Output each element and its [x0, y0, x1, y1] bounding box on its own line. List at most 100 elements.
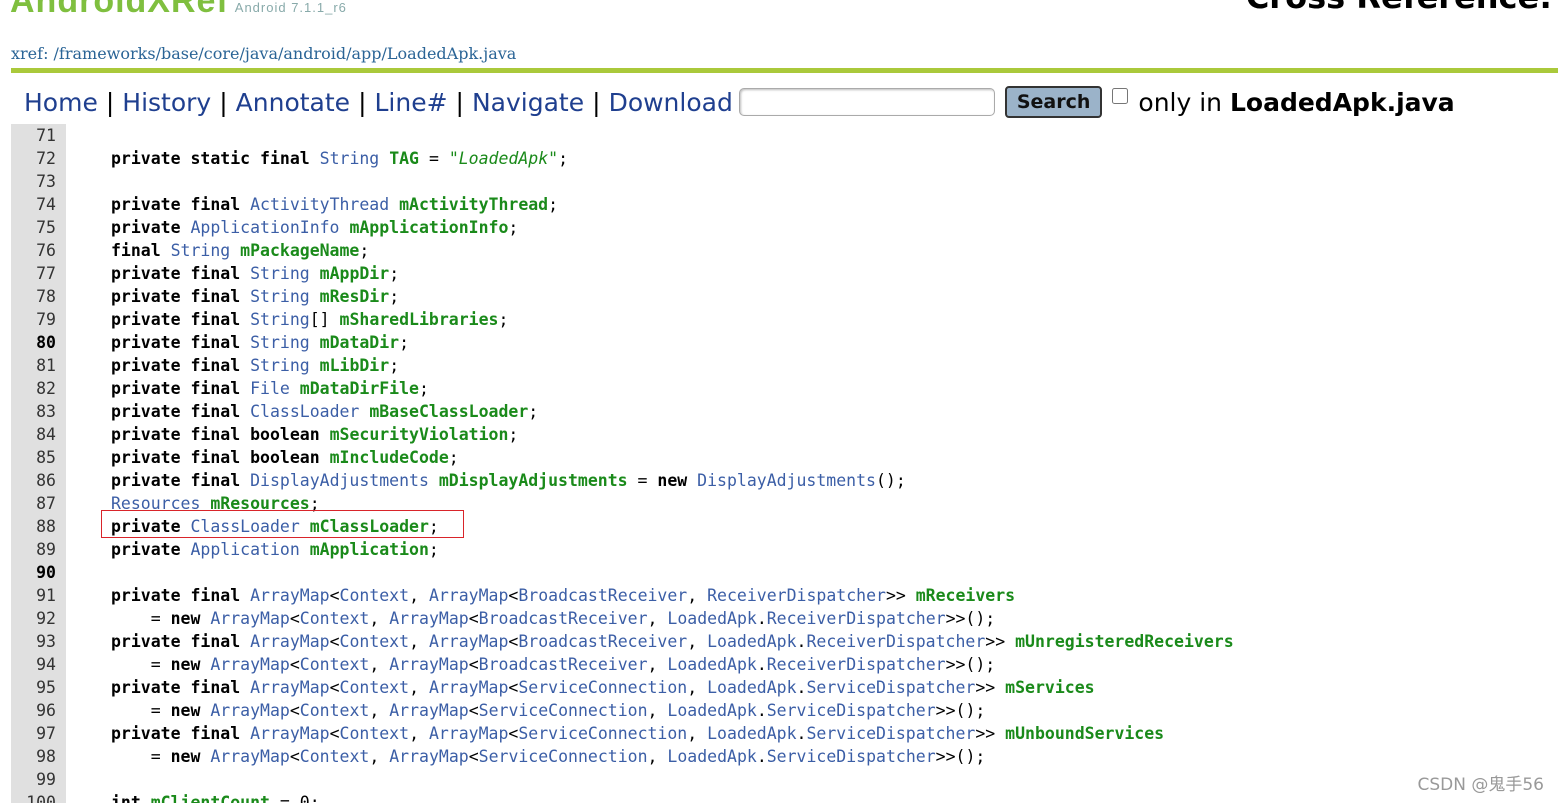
code-line: 74 private final ActivityThread mActivity…	[11, 193, 1558, 216]
header-divider	[11, 68, 1558, 73]
code-text: private final File mDataDirFile;	[111, 379, 429, 398]
code-line: 79 private final String[] mSharedLibrarie…	[11, 308, 1558, 331]
code-text: private final ArrayMap<Context, ArrayMap…	[111, 632, 1234, 651]
code-line: 77 private final String mAppDir;	[11, 262, 1558, 285]
line-number-link[interactable]: 92	[11, 607, 66, 630]
code-text: = new ArrayMap<Context, ArrayMap<Broadca…	[150, 609, 996, 628]
code-text: private ApplicationInfo mApplicationInfo…	[111, 218, 519, 237]
line-number-link[interactable]: 85	[11, 446, 66, 469]
only-in-prefix: only in	[1138, 87, 1230, 117]
breadcrumb: xref: /frameworks/base/core/java/android…	[11, 44, 517, 63]
logo-subtitle: Android 7.1.1_r6	[234, 0, 347, 15]
code-line: 85 private final boolean mIncludeCode;	[11, 446, 1558, 469]
nav-home-link[interactable]: Home	[24, 88, 98, 117]
line-number-link[interactable]: 76	[11, 239, 66, 262]
watermark: CSDN @鬼手56	[1417, 775, 1544, 795]
code-line: 81 private final String mLibDir;	[11, 354, 1558, 377]
code-line: 82 private final File mDataDirFile;	[11, 377, 1558, 400]
line-number-link[interactable]: 94	[11, 653, 66, 676]
code-text: private final ArrayMap<Context, ArrayMap…	[111, 586, 1016, 605]
nav-separator: |	[455, 87, 464, 117]
line-number-link[interactable]: 80	[11, 331, 66, 354]
only-in-filename: LoadedApk.java	[1229, 87, 1455, 117]
code-text: private final String mLibDir;	[111, 356, 400, 375]
code-text: private final String[] mSharedLibraries;	[111, 310, 509, 329]
code-text: private Application mApplication;	[111, 540, 439, 559]
source-code-view: 71 72 private static final String TAG = "L…	[11, 124, 1558, 803]
nav-separator: |	[592, 87, 601, 117]
line-number-link[interactable]: 71	[11, 124, 66, 147]
line-number-link[interactable]: 90	[11, 561, 66, 584]
line-number-link[interactable]: 91	[11, 584, 66, 607]
code-text: Resources mResources;	[111, 494, 320, 513]
code-line: 98 = new ArrayMap<Context, ArrayMap<Serv…	[11, 745, 1558, 768]
line-number-link[interactable]: 81	[11, 354, 66, 377]
code-text: private final boolean mIncludeCode;	[111, 448, 459, 467]
code-text: private ClassLoader mClassLoader;	[111, 517, 439, 536]
line-number-link[interactable]: 88	[11, 515, 66, 538]
only-in-file-label: only in LoadedApk.java	[1138, 88, 1454, 117]
line-number-link[interactable]: 89	[11, 538, 66, 561]
line-number-link[interactable]: 83	[11, 400, 66, 423]
line-number-link[interactable]: 87	[11, 492, 66, 515]
line-number-link[interactable]: 86	[11, 469, 66, 492]
code-text: private static final String TAG = "Loade…	[111, 149, 569, 168]
search-input[interactable]	[738, 88, 995, 116]
code-line: 84 private final boolean mSecurityViolati…	[11, 423, 1558, 446]
line-number-link[interactable]: 84	[11, 423, 66, 446]
nav-history-link[interactable]: History	[122, 88, 211, 117]
line-number-link[interactable]: 79	[11, 308, 66, 331]
code-line: 80 private final String mDataDir;	[11, 331, 1558, 354]
code-text: private final boolean mSecurityViolation…	[111, 425, 519, 444]
line-number-link[interactable]: 96	[11, 699, 66, 722]
code-text: private final ActivityThread mActivityTh…	[111, 195, 559, 214]
line-number-link[interactable]: 99	[11, 768, 66, 791]
line-number-link[interactable]: 95	[11, 676, 66, 699]
code-line: 90	[11, 561, 1558, 584]
code-text: private final ArrayMap<Context, ArrayMap…	[111, 678, 1095, 697]
code-text: = new ArrayMap<Context, ArrayMap<Broadca…	[150, 655, 996, 674]
line-number-link[interactable]: 78	[11, 285, 66, 308]
code-text: = new ArrayMap<Context, ArrayMap<Service…	[150, 701, 986, 720]
code-text: private final String mDataDir;	[111, 333, 410, 352]
line-number-link[interactable]: 82	[11, 377, 66, 400]
line-number-link[interactable]: 97	[11, 722, 66, 745]
line-number-link[interactable]: 93	[11, 630, 66, 653]
nav-annotate-link[interactable]: Annotate	[236, 88, 350, 117]
line-number-link[interactable]: 74	[11, 193, 66, 216]
code-text: private final String mAppDir;	[111, 264, 400, 283]
code-line: 86 private final DisplayAdjustments mDisp…	[11, 469, 1558, 492]
nav-navigate-link[interactable]: Navigate	[472, 88, 584, 117]
search-button[interactable]: Search	[1004, 86, 1103, 118]
nav-download-link[interactable]: Download	[609, 88, 733, 117]
logo-text: AndroidXRef	[10, 0, 229, 20]
nav-line-link[interactable]: Line#	[375, 88, 448, 117]
line-number-link[interactable]: 73	[11, 170, 66, 193]
code-line: 95 private final ArrayMap<Context, ArrayM…	[11, 676, 1558, 699]
line-number-link[interactable]: 75	[11, 216, 66, 239]
code-line: 76 final String mPackageName;	[11, 239, 1558, 262]
site-logo[interactable]: AndroidXRef Android 7.1.1_r6	[10, 0, 347, 20]
nav-separator: |	[105, 87, 115, 117]
nav-separator: |	[219, 87, 228, 117]
line-number-link[interactable]: 72	[11, 147, 66, 170]
line-number-link[interactable]: 100	[11, 791, 66, 803]
line-number-link[interactable]: 98	[11, 745, 66, 768]
code-text: private final DisplayAdjustments mDispla…	[111, 471, 906, 490]
code-line: 96 = new ArrayMap<Context, ArrayMap<Serv…	[11, 699, 1558, 722]
code-text: final String mPackageName;	[111, 241, 370, 260]
code-line: 92 = new ArrayMap<Context, ArrayMap<Broa…	[11, 607, 1558, 630]
code-text: private final String mResDir;	[111, 287, 400, 306]
line-number-link[interactable]: 77	[11, 262, 66, 285]
only-in-file-checkbox[interactable]	[1112, 88, 1129, 104]
code-line: 97 private final ArrayMap<Context, ArrayM…	[11, 722, 1558, 745]
code-line: 89 private Application mApplication;	[11, 538, 1558, 561]
code-text: = new ArrayMap<Context, ArrayMap<Service…	[150, 747, 986, 766]
code-line: 87 Resources mResources;	[11, 492, 1558, 515]
code-line: 73	[11, 170, 1558, 193]
code-text: int mClientCount = 0;	[111, 793, 320, 803]
